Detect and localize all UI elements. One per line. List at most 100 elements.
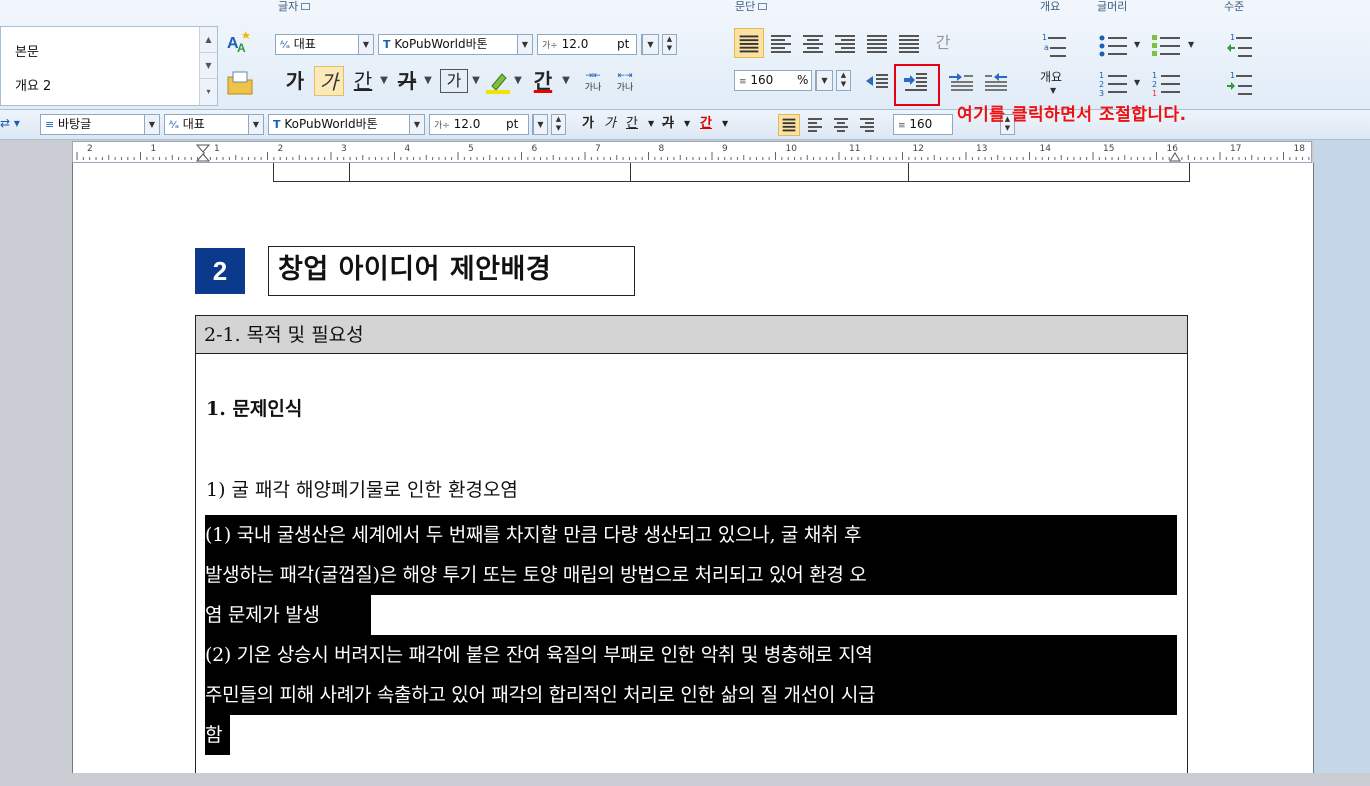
numbered-list-icon[interactable]: 1 2 3 bbox=[1097, 68, 1131, 98]
chevron-down-icon[interactable]: ▼ bbox=[1050, 86, 1056, 95]
selected-text-line[interactable]: (2) 기온 상승시 버려지는 패각에 붙은 잔여 육질의 부패로 인한 악취 … bbox=[205, 635, 1177, 675]
chevron-down-icon[interactable]: ▼ bbox=[722, 113, 728, 135]
chevron-down-icon[interactable]: ▼ bbox=[144, 115, 159, 134]
right-indent-marker-icon[interactable] bbox=[1169, 150, 1181, 162]
outline-numbering-icon[interactable]: 1 a bbox=[1038, 30, 1072, 60]
char-shape-select[interactable]: ᴬ⁄ₐ 대표 ▼ bbox=[275, 34, 374, 55]
style-item-outline2[interactable]: 개요 2 bbox=[15, 75, 51, 94]
spacing-arrows-icon: ⇥⇤ bbox=[585, 71, 601, 81]
italic-button[interactable]: 가 bbox=[314, 66, 344, 96]
font-face-select[interactable]: T KoPubWorld바톤 ▼ bbox=[378, 34, 533, 55]
level-increase-icon[interactable]: 1 bbox=[1224, 30, 1256, 60]
chevron-down-icon[interactable]: ▼ bbox=[422, 66, 434, 96]
bold-button[interactable]: 가 bbox=[280, 66, 310, 96]
font-color-button[interactable]: 간 bbox=[528, 66, 558, 96]
highlighter-icon[interactable] bbox=[484, 68, 512, 96]
ruler-label: 1 bbox=[214, 144, 220, 154]
outdent-icon[interactable] bbox=[862, 66, 892, 96]
toolbar-left-align-icon[interactable] bbox=[804, 114, 826, 136]
toolbar-italic-button[interactable]: 가 bbox=[604, 113, 616, 135]
char-border-button[interactable]: 가 bbox=[440, 69, 468, 93]
toolbar-line-spacing-input[interactable]: ≡ 160 bbox=[893, 114, 953, 135]
strike-button[interactable]: 가 bbox=[392, 66, 422, 96]
toolbar-font-face-select[interactable]: T KoPubWorld바톤 ▼ bbox=[268, 114, 425, 135]
ruler-label: 17 bbox=[1230, 144, 1242, 154]
justify-align-icon[interactable] bbox=[734, 28, 764, 58]
hanging-indent-icon[interactable] bbox=[980, 66, 1010, 96]
scroll-down-icon[interactable]: ▼ bbox=[200, 53, 217, 79]
vertical-text-button[interactable]: 간 bbox=[928, 28, 958, 58]
horizontal-ruler[interactable]: 2 1 1 2 3 4 5 6 7 8 9 10 11 12 13 14 15 16 17 18 bbox=[72, 141, 1312, 163]
spacing-arrows-icon: ⇤⇥ bbox=[617, 71, 633, 81]
right-align-icon[interactable] bbox=[830, 28, 860, 58]
left-align-icon[interactable] bbox=[766, 28, 796, 58]
chevron-down-icon[interactable]: ▼ bbox=[560, 66, 572, 96]
selected-text-line[interactable]: (1) 국내 굴생산은 세계에서 두 번째를 차지할 만큼 다량 생산되고 있으… bbox=[205, 515, 1177, 555]
line-spacing-dropdown[interactable]: ▼ bbox=[815, 70, 833, 91]
chevron-down-icon[interactable]: ▼ bbox=[470, 66, 482, 96]
left-indent-marker-icon[interactable] bbox=[196, 144, 210, 162]
toolbar-font-size-stepper[interactable]: ▲ ▼ bbox=[551, 114, 566, 135]
expand-icon[interactable]: ▾ bbox=[200, 79, 217, 105]
style-paint-icon[interactable]: A A bbox=[225, 28, 255, 58]
chevron-down-icon[interactable]: ▼ bbox=[512, 66, 524, 96]
chevron-down-icon[interactable]: ▼ bbox=[358, 35, 373, 54]
chevron-down-icon[interactable]: ▼ bbox=[409, 115, 424, 134]
ruler-label: 1 bbox=[150, 144, 157, 154]
chevron-down-icon[interactable]: ▼ bbox=[248, 115, 263, 134]
toolbar-center-align-icon[interactable] bbox=[830, 114, 852, 136]
line-spacing-stepper[interactable]: ▲ ▼ bbox=[836, 70, 851, 91]
font-size-value: 12.0 bbox=[561, 37, 589, 51]
bullet-list-icon[interactable] bbox=[1097, 30, 1131, 60]
line-spacing-input[interactable]: ≡ 160 % bbox=[734, 70, 812, 91]
style-arrow-icon[interactable]: ⇄ ▾ bbox=[0, 116, 20, 130]
toolbar-char-shape-select[interactable]: ᴬ⁄ₐ 대표 ▼ bbox=[164, 114, 264, 135]
chevron-down-icon[interactable]: ▼ bbox=[684, 113, 690, 135]
chevron-down-icon[interactable]: ▼ bbox=[648, 113, 654, 135]
center-align-icon[interactable] bbox=[798, 28, 828, 58]
paragraph-number-icon[interactable]: 1 2 1 bbox=[1150, 68, 1184, 98]
char-spacing-narrow-button[interactable]: ⇥⇤ 가나 bbox=[580, 66, 606, 96]
toolbar-strike-button[interactable]: 가 bbox=[662, 113, 674, 135]
outline-label[interactable]: 개요 bbox=[1040, 68, 1062, 85]
font-size-dropdown[interactable]: ▼ bbox=[641, 34, 659, 55]
font-size-icon: 가÷ bbox=[434, 121, 450, 131]
toolbar-right-align-icon[interactable] bbox=[856, 114, 878, 136]
chevron-down-icon[interactable]: ▼ bbox=[816, 71, 832, 90]
style-folder-icon[interactable] bbox=[225, 68, 255, 98]
chevron-down-icon[interactable]: ▼ bbox=[517, 35, 532, 54]
toolbar-font-size-input[interactable]: 가÷ 12.0 pt bbox=[429, 114, 529, 135]
selected-text-line[interactable]: 주민들의 피해 사례가 속출하고 있어 패각의 합리적인 처리로 인한 삶의 질… bbox=[205, 675, 1177, 715]
toolbar-color-button[interactable]: 간 bbox=[700, 113, 712, 135]
picture-bullet-icon[interactable] bbox=[1150, 30, 1184, 60]
toolbar-font-size-dropdown[interactable]: ▼ bbox=[532, 114, 548, 135]
scroll-up-icon[interactable]: ▲ bbox=[200, 27, 217, 53]
font-group-title[interactable]: 글자 bbox=[278, 0, 311, 14]
toolbar-bold-button[interactable]: 가 bbox=[582, 113, 594, 135]
chevron-down-icon[interactable]: ▼ bbox=[642, 35, 658, 54]
distribute-align-icon[interactable] bbox=[862, 28, 892, 58]
toolbar-underline-button[interactable]: 간 bbox=[626, 113, 638, 135]
divide-align-icon[interactable] bbox=[894, 28, 924, 58]
chevron-down-icon[interactable]: ▼ bbox=[1134, 78, 1140, 87]
ruler-label: 8 bbox=[658, 144, 665, 154]
style-item-body[interactable]: 본문 bbox=[15, 41, 39, 60]
font-size-stepper[interactable]: ▲ ▼ bbox=[662, 34, 677, 55]
first-line-indent-icon[interactable] bbox=[946, 66, 976, 96]
underline-button[interactable]: 간 bbox=[348, 66, 378, 96]
style-list-scrollbar[interactable]: ▲ ▼ ▾ bbox=[199, 27, 217, 105]
selected-text-line[interactable]: 함 bbox=[205, 715, 230, 755]
style-list[interactable]: 본문 개요 2 ▲ ▼ ▾ bbox=[0, 26, 218, 106]
chevron-down-icon[interactable]: ▼ bbox=[1134, 40, 1140, 49]
toolbar-style-select[interactable]: ≡ 바탕글 ▼ bbox=[40, 114, 160, 135]
selected-text-line[interactable]: 발생하는 패각(굴껍질)은 해양 투기 또는 토양 매립의 방법으로 처리되고 … bbox=[205, 555, 1177, 595]
paragraph-group-title[interactable]: 문단 bbox=[735, 0, 768, 14]
selected-text-line[interactable]: 염 문제가 발생 bbox=[205, 595, 371, 635]
char-spacing-wide-button[interactable]: ⇤⇥ 가나 bbox=[612, 66, 638, 96]
chevron-down-icon[interactable]: ▼ bbox=[1188, 40, 1194, 49]
chevron-down-icon[interactable]: ▼ bbox=[533, 115, 547, 134]
chevron-down-icon[interactable]: ▼ bbox=[378, 66, 390, 96]
font-size-input[interactable]: 가÷ 12.0 pt bbox=[537, 34, 637, 55]
toolbar-justify-icon[interactable] bbox=[778, 114, 800, 136]
level-decrease-icon[interactable]: 1 bbox=[1224, 68, 1256, 98]
